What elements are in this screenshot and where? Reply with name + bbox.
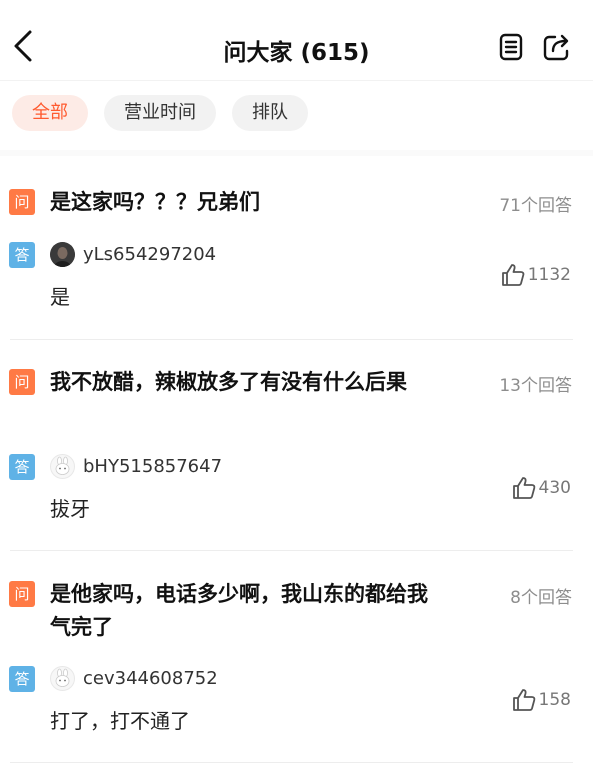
question-badge: 问	[9, 369, 35, 395]
section-separator	[0, 150, 593, 156]
question-badge: 问	[9, 189, 35, 215]
answer-username[interactable]: bHY515857647	[83, 456, 222, 477]
question-text[interactable]: 是他家吗，电话多少啊，我山东的都给我气完了	[50, 578, 430, 644]
avatar[interactable]	[50, 454, 75, 479]
divider	[10, 550, 573, 551]
thumbs-up-icon	[501, 264, 525, 286]
question-badge: 问	[9, 581, 35, 607]
filter-chip-all[interactable]: 全部	[12, 95, 88, 131]
answer-badge: 答	[9, 454, 35, 480]
thumbs-up-icon	[512, 477, 535, 499]
answer-count[interactable]: 8个回答	[510, 583, 572, 608]
filter-chip-hours[interactable]: 营业时间	[104, 95, 216, 131]
answer-text[interactable]: 拔牙	[50, 493, 90, 522]
answer-username[interactable]: cev344608752	[83, 668, 218, 689]
thumbs-up-icon	[512, 689, 535, 711]
like-button[interactable]: 158	[511, 686, 571, 714]
answer-count[interactable]: 71个回答	[499, 191, 572, 216]
answer-username[interactable]: yLs654297204	[83, 244, 216, 265]
like-count: 1132	[527, 265, 571, 285]
answer-badge: 答	[9, 666, 35, 692]
bunny-avatar-icon	[55, 668, 70, 687]
divider	[10, 762, 573, 763]
like-button[interactable]: 430	[511, 474, 571, 502]
like-button[interactable]: 1132	[500, 261, 571, 289]
question-text[interactable]: 是这家吗？？？兄弟们	[50, 186, 430, 219]
share-button[interactable]	[542, 33, 570, 61]
document-button[interactable]	[497, 33, 525, 61]
nav-bar: 问大家 (615)	[0, 0, 593, 81]
answer-count[interactable]: 13个回答	[499, 371, 572, 396]
avatar[interactable]	[50, 666, 75, 691]
bunny-avatar-icon	[55, 456, 70, 475]
answer-badge: 答	[9, 242, 35, 268]
avatar[interactable]	[50, 242, 75, 267]
answer-text[interactable]: 是	[50, 281, 70, 310]
filter-chip-queue[interactable]: 排队	[232, 95, 308, 131]
filter-bar: 全部 营业时间 排队	[12, 95, 308, 131]
divider	[10, 339, 573, 340]
share-icon	[543, 34, 569, 61]
like-count: 430	[538, 478, 571, 498]
user-photo-icon	[50, 242, 75, 267]
answer-text[interactable]: 打了，打不通了	[50, 705, 190, 734]
question-text[interactable]: 我不放醋，辣椒放多了有没有什么后果	[50, 366, 430, 399]
like-count: 158	[538, 690, 571, 710]
document-icon	[499, 33, 523, 61]
qa-page: 问大家 (615) 全部 营业时间 排队 问 是这家吗？？？兄弟们 71个回答 …	[0, 0, 593, 777]
